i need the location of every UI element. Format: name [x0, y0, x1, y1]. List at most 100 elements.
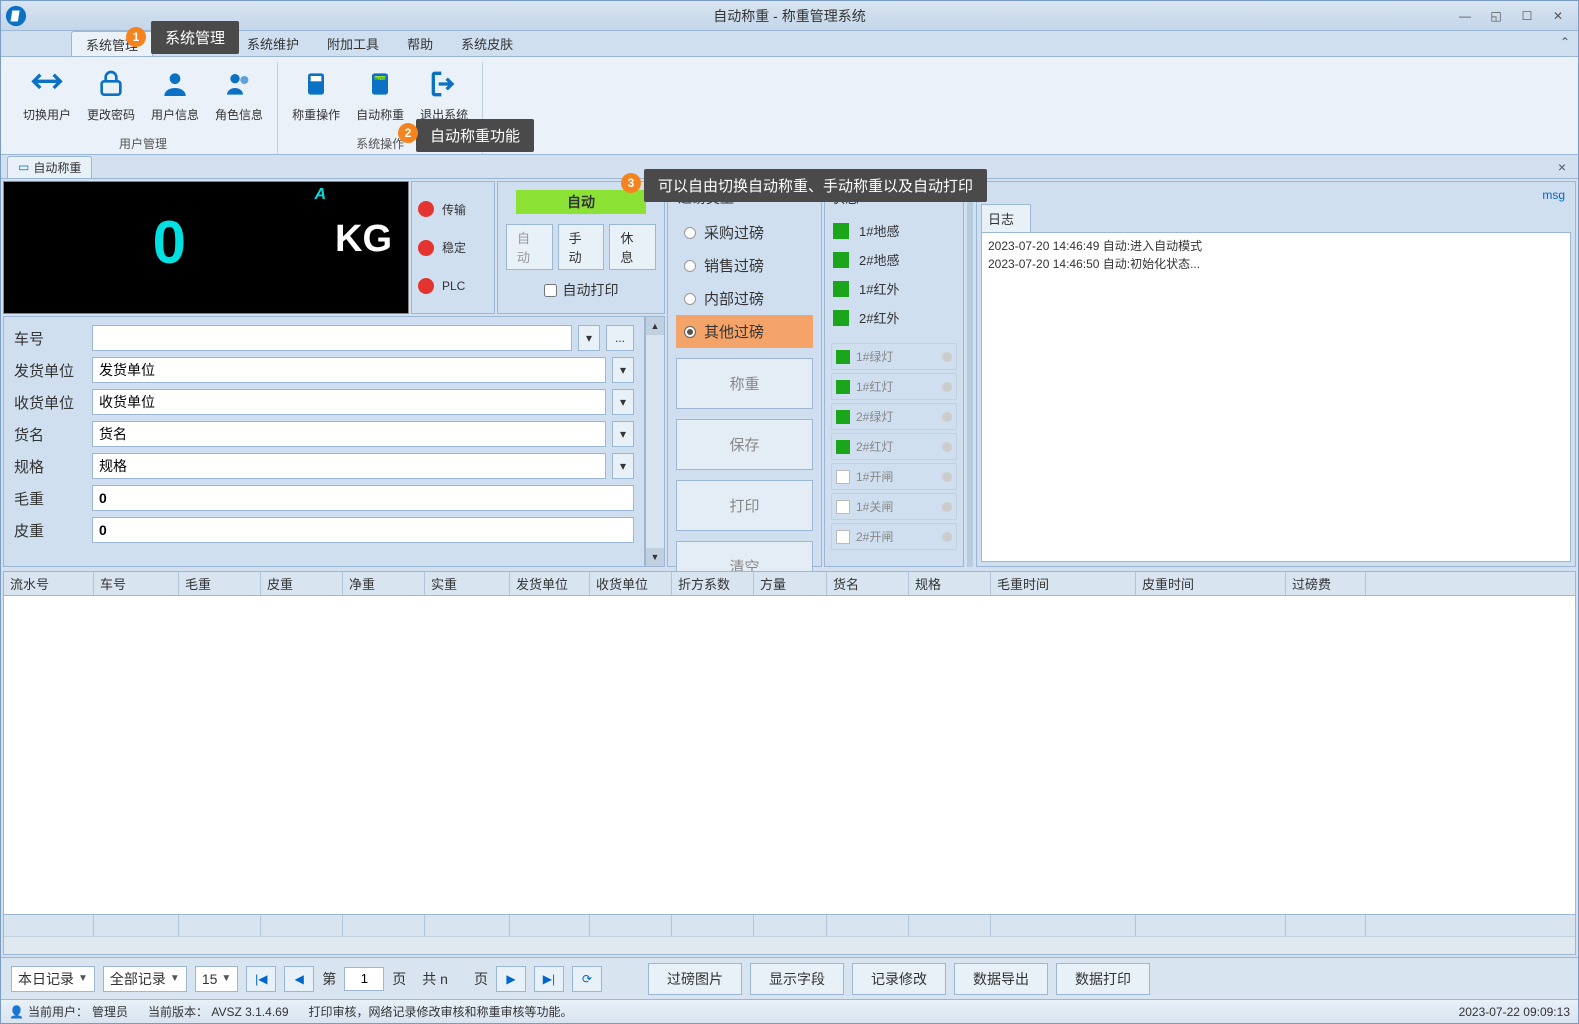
first-page-button[interactable]: |◀ — [246, 966, 276, 992]
goods-dropdown[interactable]: ▾ — [612, 421, 634, 447]
car-input[interactable] — [92, 325, 572, 351]
mode-manual-button[interactable]: 手动 — [558, 224, 605, 270]
log-textarea[interactable]: 2023-07-20 14:46:49 自动:进入自动模式 2023-07-20… — [981, 232, 1571, 562]
print-data-button[interactable]: 数据打印 — [1056, 963, 1150, 995]
splitter-handle[interactable] — [967, 181, 973, 567]
grid-column-header[interactable]: 毛重 — [179, 572, 261, 595]
grid-body[interactable] — [4, 596, 1575, 914]
last-page-button[interactable]: ▶| — [534, 966, 564, 992]
grid-column-header[interactable]: 皮重时间 — [1136, 572, 1286, 595]
scroll-up-icon[interactable]: ▲ — [646, 317, 664, 335]
ctrl-1-open[interactable]: 1#开闸 — [831, 463, 957, 490]
weight-display: A 0 KG — [3, 181, 409, 314]
auto-print-input[interactable] — [544, 284, 557, 297]
goods-input[interactable] — [92, 421, 606, 447]
callout-1: 系统管理 — [151, 21, 239, 54]
weigh-type-purchase[interactable]: 采购过磅 — [676, 216, 813, 249]
weigh-op-button[interactable]: 称重操作 — [286, 62, 346, 127]
sender-input[interactable] — [92, 357, 606, 383]
auto-weigh-button[interactable]: AUTO 自动称重 — [350, 62, 410, 127]
grid-column-header[interactable]: 过磅费 — [1286, 572, 1366, 595]
show-fields-button[interactable]: 显示字段 — [750, 963, 844, 995]
grid-column-header[interactable]: 毛重时间 — [991, 572, 1136, 595]
grid-column-header[interactable]: 皮重 — [261, 572, 343, 595]
grid-column-header[interactable]: 实重 — [425, 572, 510, 595]
grid-footer-cell — [510, 915, 590, 936]
page-input[interactable] — [344, 967, 384, 991]
today-records-combo[interactable]: 本日记录▼ — [11, 966, 95, 992]
weigh-type-internal[interactable]: 内部过磅 — [676, 282, 813, 315]
grid-column-header[interactable]: 方量 — [754, 572, 827, 595]
minimize-button[interactable]: — — [1457, 9, 1473, 23]
close-button[interactable]: ✕ — [1550, 9, 1566, 23]
mode-rest-button[interactable]: 休息 — [609, 224, 656, 270]
print-button[interactable]: 打印 — [676, 480, 813, 531]
grid-column-header[interactable]: 规格 — [909, 572, 991, 595]
save-button[interactable]: 保存 — [676, 419, 813, 470]
menu-tab-addon-tools[interactable]: 附加工具 — [313, 31, 393, 56]
spec-dropdown[interactable]: ▾ — [612, 453, 634, 479]
grid-column-header[interactable]: 净重 — [343, 572, 425, 595]
exit-system-button[interactable]: 退出系统 — [414, 62, 474, 127]
ctrl-1-close[interactable]: 1#关闸 — [831, 493, 957, 520]
menu-tab-help[interactable]: 帮助 — [393, 31, 447, 56]
car-dropdown[interactable]: ▾ — [578, 325, 600, 351]
led-stable: 稳定 — [418, 239, 488, 256]
grid-column-header[interactable]: 折方系数 — [672, 572, 754, 595]
restore-button[interactable]: ◱ — [1488, 9, 1504, 23]
scroll-down-icon[interactable]: ▼ — [646, 548, 664, 566]
led-plc: PLC — [418, 278, 488, 294]
prev-page-button[interactable]: ◀ — [284, 966, 314, 992]
maximize-button[interactable]: ☐ — [1519, 9, 1535, 23]
grid-column-header[interactable]: 车号 — [94, 572, 179, 595]
refresh-button[interactable]: ⟳ — [572, 966, 602, 992]
weigh-type-sale[interactable]: 销售过磅 — [676, 249, 813, 282]
grid-h-scrollbar[interactable] — [4, 936, 1575, 954]
role-info-button[interactable]: 角色信息 — [209, 62, 269, 127]
user-info-button[interactable]: 用户信息 — [145, 62, 205, 127]
edit-record-button[interactable]: 记录修改 — [852, 963, 946, 995]
mode-auto-button[interactable]: 自动 — [506, 224, 553, 270]
switch-user-button[interactable]: 切换用户 — [17, 62, 77, 127]
data-grid: 流水号车号毛重皮重净重实重发货单位收货单位折方系数方量货名规格毛重时间皮重时间过… — [3, 571, 1576, 955]
spec-input[interactable] — [92, 453, 606, 479]
status-square-icon — [836, 440, 850, 454]
app-window: 自动称重 - 称重管理系统 — ◱ ☐ ✕ 系统管理 数据管理 系统维护 附加工… — [0, 0, 1579, 1024]
sensor-2-ground: 2#地感 — [829, 245, 959, 274]
status-square-icon — [836, 410, 850, 424]
doc-tab-auto-weigh[interactable]: ▭ 自动称重 — [7, 156, 92, 178]
menu-tab-system-maintain[interactable]: 系统维护 — [233, 31, 313, 56]
ctrl-2-red[interactable]: 2#红灯 — [831, 433, 957, 460]
grid-column-header[interactable]: 发货单位 — [510, 572, 590, 595]
ctrl-1-red[interactable]: 1#红灯 — [831, 373, 957, 400]
grid-column-header[interactable]: 流水号 — [4, 572, 94, 595]
ctrl-2-open[interactable]: 2#开闸 — [831, 523, 957, 550]
msg-link[interactable]: msg — [981, 186, 1571, 204]
spec-label: 规格 — [14, 456, 86, 477]
tare-input[interactable] — [92, 517, 634, 543]
export-data-button[interactable]: 数据导出 — [954, 963, 1048, 995]
grid-column-header[interactable]: 货名 — [827, 572, 909, 595]
form-scrollbar[interactable]: ▲ ▼ — [645, 316, 665, 567]
grid-footer-cell — [991, 915, 1136, 936]
gross-input[interactable] — [92, 485, 634, 511]
grid-column-header[interactable]: 收货单位 — [590, 572, 672, 595]
ctrl-1-green[interactable]: 1#绿灯 — [831, 343, 957, 370]
menu-tab-skin[interactable]: 系统皮肤 — [447, 31, 527, 56]
auto-print-checkbox[interactable]: 自动打印 — [544, 280, 619, 300]
receiver-dropdown[interactable]: ▾ — [612, 389, 634, 415]
sender-dropdown[interactable]: ▾ — [612, 357, 634, 383]
change-password-button[interactable]: 更改密码 — [81, 62, 141, 127]
page-size-combo[interactable]: 15▼ — [195, 966, 238, 992]
ctrl-2-green[interactable]: 2#绿灯 — [831, 403, 957, 430]
receiver-input[interactable] — [92, 389, 606, 415]
weigh-image-button[interactable]: 过磅图片 — [648, 963, 742, 995]
doc-tab-label: 自动称重 — [33, 159, 81, 176]
weigh-button[interactable]: 称重 — [676, 358, 813, 409]
ribbon-collapse-icon[interactable]: ⌃ — [1560, 35, 1570, 49]
car-more-button[interactable]: ... — [606, 325, 634, 351]
weigh-type-other[interactable]: 其他过磅 — [676, 315, 813, 348]
next-page-button[interactable]: ▶ — [496, 966, 526, 992]
all-records-combo[interactable]: 全部记录▼ — [103, 966, 187, 992]
doc-tab-close-button[interactable]: × — [1558, 159, 1572, 175]
